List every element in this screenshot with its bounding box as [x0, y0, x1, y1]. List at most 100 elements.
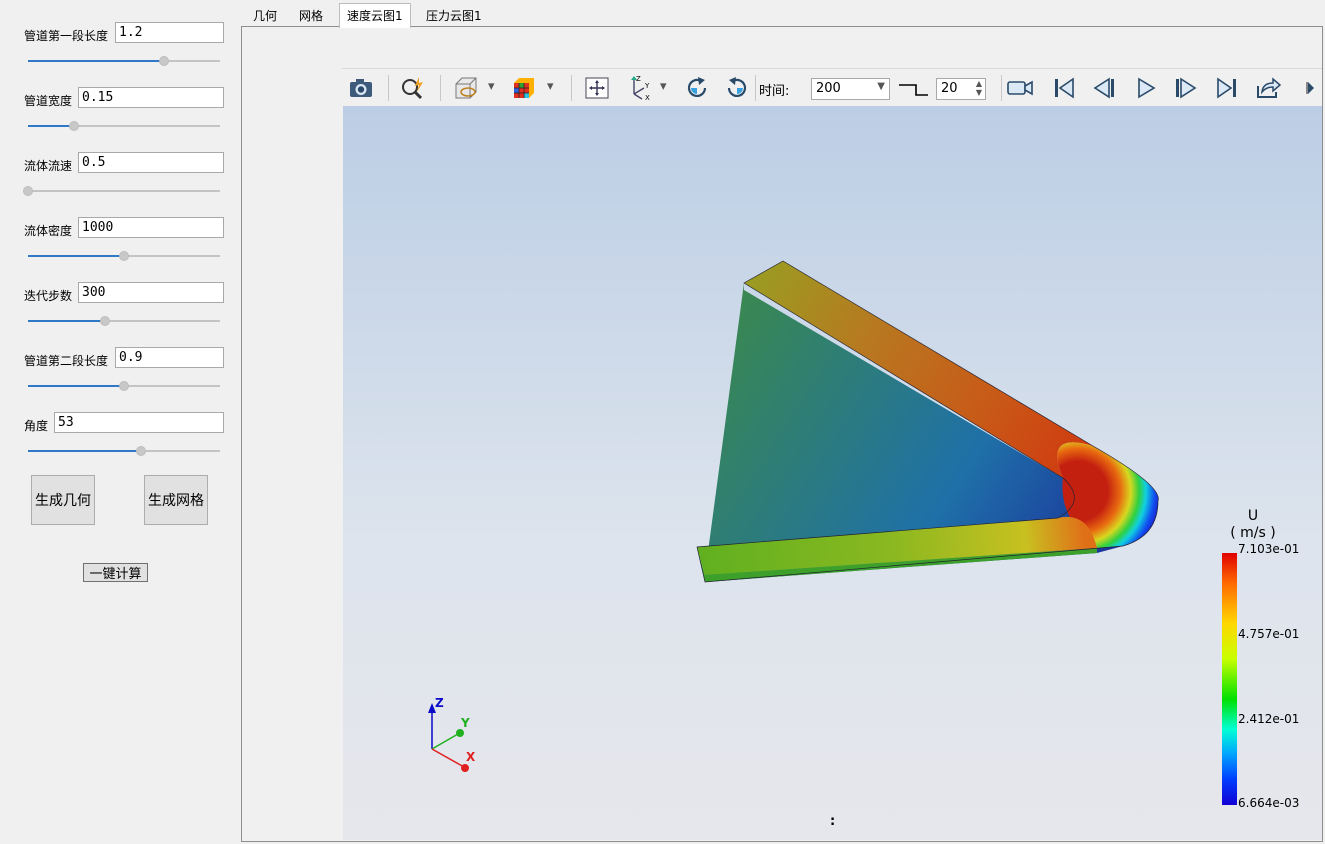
- toolbar-separator: [571, 75, 572, 101]
- colorbar-min-label: 6.664e-03: [1238, 796, 1300, 810]
- slider-track: [28, 190, 220, 192]
- second-segment-length-input[interactable]: 0.9: [115, 347, 224, 368]
- param-label: 流体流速: [24, 159, 73, 173]
- slider-fill: [28, 255, 124, 257]
- svg-text:Z: Z: [636, 75, 641, 83]
- zoom-icon[interactable]: [399, 74, 427, 102]
- fluid-density-slider[interactable]: [28, 250, 220, 262]
- chevron-down-icon: ▼: [877, 81, 885, 92]
- color-cube-dropdown-arrow[interactable]: ▾: [547, 79, 554, 94]
- param-flow-velocity: 流体流速 0.5: [0, 150, 240, 210]
- export-icon[interactable]: [1254, 74, 1282, 102]
- camera-icon[interactable]: [347, 74, 375, 102]
- colorbar-title: U ( m/s ): [1223, 508, 1283, 542]
- param-iteration-steps: 迭代步数 300: [0, 280, 240, 340]
- color-cube-icon[interactable]: [510, 74, 538, 102]
- x-axis-line: [431, 748, 465, 768]
- colorbar-field-name: U: [1247, 508, 1259, 524]
- box-view-dropdown-arrow[interactable]: ▾: [488, 79, 495, 94]
- tab-geometry[interactable]: 几何: [246, 6, 284, 26]
- param-label: 角度: [24, 419, 49, 433]
- pipe-width-slider[interactable]: [28, 120, 220, 132]
- colorbar-max-label: 7.103e-01: [1238, 542, 1300, 556]
- flow-velocity-slider[interactable]: [23, 185, 220, 197]
- slider-fill: [28, 60, 165, 62]
- svg-text:Y: Y: [644, 82, 650, 90]
- param-fluid-density: 流体密度 1000: [0, 215, 240, 275]
- status-text: :: [830, 814, 836, 829]
- param-first-segment-length: 管道第一段长度 1.2: [0, 20, 240, 80]
- previous-frame-icon[interactable]: [1090, 74, 1118, 102]
- param-label: 管道第一段长度: [24, 29, 109, 43]
- play-icon[interactable]: [1132, 74, 1160, 102]
- slider-handle[interactable]: [69, 121, 80, 131]
- pipe-width-input[interactable]: 0.15: [78, 87, 224, 108]
- next-frame-icon[interactable]: [1172, 74, 1200, 102]
- param-angle: 角度 53: [0, 410, 240, 470]
- toolbar-separator: [755, 75, 756, 101]
- axes-orientation-icon[interactable]: Z Y X: [626, 74, 654, 102]
- tab-bar: 几何 网格 速度云图1 压力云图1: [241, 2, 1325, 28]
- x-axis-label: X: [466, 750, 476, 764]
- toolbar-separator: [388, 75, 389, 101]
- colorbar-unit: ( m/s ): [1230, 525, 1276, 541]
- video-camera-icon[interactable]: [1006, 74, 1034, 102]
- slider-handle[interactable]: [136, 446, 147, 456]
- param-label: 流体密度: [24, 224, 73, 238]
- fit-view-icon[interactable]: [583, 74, 611, 102]
- compute-button[interactable]: 一键计算: [83, 563, 148, 582]
- slider-fill: [28, 320, 105, 322]
- x-axis-arrow: [461, 764, 469, 772]
- slider-handle[interactable]: [23, 186, 33, 196]
- second-segment-length-slider[interactable]: [28, 380, 220, 392]
- parameter-panel: 管道第一段长度 1.2 管道宽度 0.15 流体流速 0.5 流体密度 1000: [0, 0, 240, 844]
- iteration-steps-input[interactable]: 300: [78, 282, 224, 303]
- first-segment-length-input[interactable]: 1.2: [115, 22, 224, 43]
- fluid-density-input[interactable]: 1000: [78, 217, 224, 238]
- slider-handle[interactable]: [119, 381, 129, 391]
- first-segment-length-slider[interactable]: [28, 55, 220, 67]
- y-axis-label: Y: [461, 716, 470, 730]
- y-axis-arrow: [456, 729, 464, 737]
- generate-mesh-button[interactable]: 生成网格: [144, 475, 208, 525]
- slider-fill: [28, 450, 142, 452]
- param-label: 管道第二段长度: [24, 354, 109, 368]
- slider-fill: [28, 385, 124, 387]
- first-frame-icon[interactable]: [1050, 74, 1078, 102]
- param-second-segment-length: 管道第二段长度 0.9: [0, 345, 240, 405]
- param-pipe-width: 管道宽度 0.15: [0, 85, 240, 145]
- z-axis-label: Z: [435, 696, 444, 710]
- slider-handle[interactable]: [99, 316, 110, 326]
- svg-text:X: X: [645, 94, 650, 102]
- spin-arrows-icon[interactable]: ▲ ▼: [976, 79, 982, 97]
- colorbar: [1222, 553, 1237, 805]
- rotate-clockwise-icon[interactable]: [683, 74, 711, 102]
- toolbar-overflow-icon[interactable]: [1297, 74, 1321, 102]
- box-view-icon[interactable]: [452, 74, 480, 102]
- tab-mesh[interactable]: 网格: [292, 6, 330, 26]
- render-viewport[interactable]: Z Y X U ( m/s ) 7.103e-01 4.757e-01 2.41…: [343, 106, 1322, 840]
- flow-velocity-input[interactable]: 0.5: [78, 152, 224, 173]
- time-select[interactable]: 200 ▼: [811, 78, 890, 100]
- axes-dropdown-arrow[interactable]: ▾: [660, 79, 667, 94]
- last-frame-icon[interactable]: [1213, 74, 1241, 102]
- toolbar-separator: [440, 75, 441, 101]
- viewer-toolbar: ▾ ▾ Z Y X ▾ 时间: 200 ▼ 20 ▲ ▼: [342, 68, 1322, 107]
- param-label: 迭代步数: [24, 289, 73, 303]
- rotate-counterclockwise-icon[interactable]: [723, 74, 751, 102]
- colorbar-label: 4.757e-01: [1238, 627, 1300, 641]
- time-select-value: 200: [816, 81, 841, 96]
- step-spinbox[interactable]: 20 ▲ ▼: [936, 78, 986, 100]
- angle-input[interactable]: 53: [54, 412, 224, 433]
- toolbar-separator: [1001, 75, 1002, 101]
- tab-velocity-contour[interactable]: 速度云图1: [339, 3, 411, 28]
- pipe-velocity-model: [696, 260, 1159, 583]
- tab-pressure-contour[interactable]: 压力云图1: [419, 6, 489, 26]
- generate-geometry-button[interactable]: 生成几何: [31, 475, 95, 525]
- slider-handle[interactable]: [119, 251, 129, 261]
- iteration-steps-slider[interactable]: [28, 315, 220, 327]
- slider-fill: [28, 125, 75, 127]
- slider-handle[interactable]: [159, 56, 170, 66]
- angle-slider[interactable]: [28, 445, 220, 457]
- axes-triad: [428, 703, 469, 772]
